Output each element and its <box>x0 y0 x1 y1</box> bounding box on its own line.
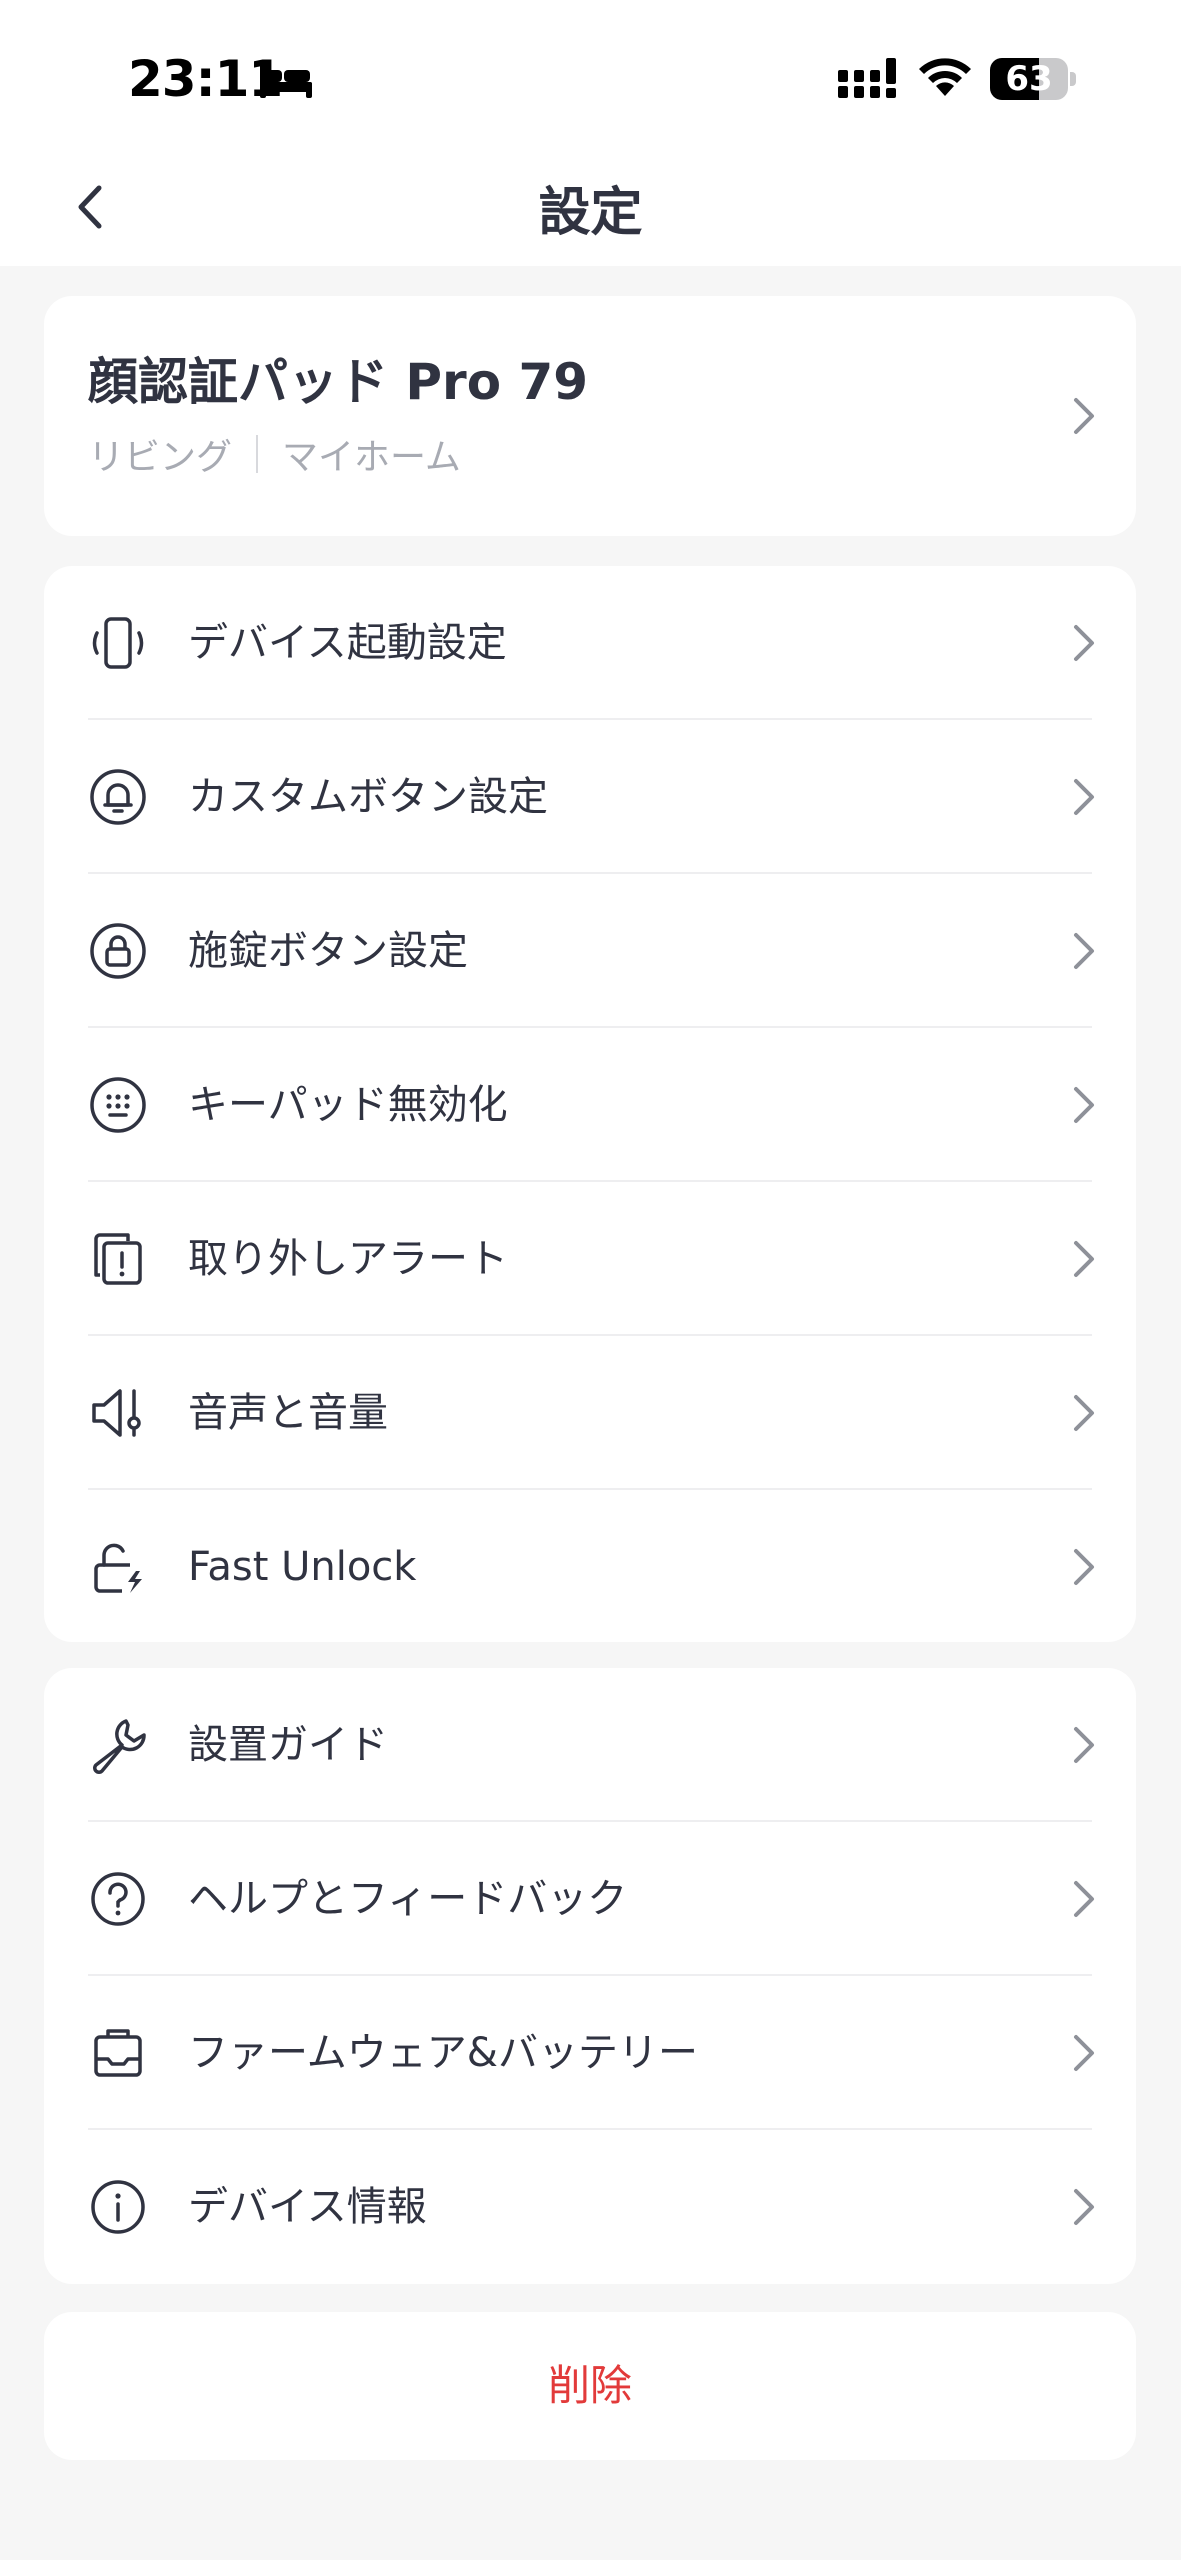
settings-row-label: 施錠ボタン設定 <box>188 928 468 974</box>
settings-row-label: ヘルプとフィードバック <box>188 1876 628 1922</box>
settings-row-custom-button[interactable]: カスタムボタン設定 <box>44 720 1136 874</box>
chevron-right-icon <box>1074 779 1094 815</box>
keypad-icon <box>90 1077 146 1133</box>
settings-row-label: デバイス起動設定 <box>188 620 507 666</box>
settings-row-detach-alert[interactable]: 取り外しアラート <box>44 1182 1136 1336</box>
settings-row-label: 取り外しアラート <box>188 1236 508 1282</box>
settings-row-label: 設置ガイド <box>188 1722 388 1768</box>
settings-row-label: デバイス情報 <box>188 2184 427 2230</box>
chevron-right-icon <box>1074 1241 1094 1277</box>
chevron-right-icon <box>1074 625 1094 661</box>
chevron-right-icon <box>1074 1727 1094 1763</box>
wrench-icon <box>93 1719 146 1774</box>
chevron-right-icon <box>1074 1549 1094 1585</box>
firmware-icon <box>94 2029 142 2077</box>
device-card[interactable]: 顔認証パッド Pro 79 リビング マイホーム <box>44 296 1136 536</box>
settings-row-label: Fast Unlock <box>188 1544 417 1590</box>
chevron-right-icon <box>1074 933 1094 969</box>
chevron-right-icon <box>1074 2189 1094 2225</box>
vibrate-icon <box>92 617 144 669</box>
settings-row-install-guide[interactable]: 設置ガイド <box>44 1668 1136 1822</box>
settings-row-keypad-disable[interactable]: キーパッド無効化 <box>44 1028 1136 1182</box>
info-icon <box>91 2180 145 2234</box>
settings-row-label: キーパッド無効化 <box>188 1082 508 1128</box>
page-title: 設定 <box>538 183 643 243</box>
location-separator <box>256 435 259 473</box>
detach-alert-icon <box>94 1233 142 1285</box>
cellular-signal-icon <box>838 58 896 98</box>
top-bar: 23:11 63 設定 <box>0 0 1181 266</box>
speaker-icon <box>92 1389 141 1437</box>
lock-icon <box>90 923 146 979</box>
bell-icon <box>90 769 146 825</box>
settings-row-fast-unlock[interactable]: Fast Unlock <box>44 1490 1136 1644</box>
settings-row-device-startup[interactable]: デバイス起動設定 <box>44 566 1136 720</box>
fast-unlock-icon <box>94 1543 142 1593</box>
chevron-right-icon <box>1074 1087 1094 1123</box>
device-room: リビング <box>88 437 233 478</box>
settings-row-label: カスタムボタン設定 <box>188 774 548 820</box>
delete-label: 削除 <box>547 2361 632 2410</box>
settings-row-device-info[interactable]: デバイス情報 <box>44 2130 1136 2284</box>
settings-row-sound-volume[interactable]: 音声と音量 <box>44 1336 1136 1490</box>
help-icon <box>91 1872 145 1926</box>
settings-group-support: 設置ガイド ヘルプとフィードバック ファームウェア&バッテリー デバイス情報 <box>44 1668 1136 2284</box>
chevron-right-icon <box>1074 1881 1094 1917</box>
delete-button[interactable]: 削除 <box>44 2312 1136 2460</box>
device-home: マイホーム <box>282 437 461 478</box>
battery-indicator: 63 <box>990 58 1076 100</box>
settings-row-help-feedback[interactable]: ヘルプとフィードバック <box>44 1822 1136 1976</box>
battery-percent: 63 <box>1005 59 1053 99</box>
chevron-right-icon <box>1074 1395 1094 1431</box>
settings-row-firmware-battery[interactable]: ファームウェア&バッテリー <box>44 1976 1136 2130</box>
chevron-right-icon <box>1074 2035 1094 2071</box>
settings-group-device: デバイス起動設定 カスタムボタン設定 施錠ボタン設定 キーパッド無効化 取り外し… <box>44 566 1136 1642</box>
settings-row-label: 音声と音量 <box>188 1390 388 1436</box>
status-bar: 23:11 63 <box>0 0 1181 150</box>
device-name: 顔認証パッド Pro 79 <box>88 353 589 411</box>
bed-icon <box>260 62 312 98</box>
settings-row-label: ファームウェア&バッテリー <box>188 2030 698 2076</box>
settings-row-lock-button[interactable]: 施錠ボタン設定 <box>44 874 1136 1028</box>
device-location: リビング マイホーム <box>88 428 461 480</box>
wifi-icon <box>919 58 971 96</box>
chevron-right-icon <box>1074 398 1094 434</box>
